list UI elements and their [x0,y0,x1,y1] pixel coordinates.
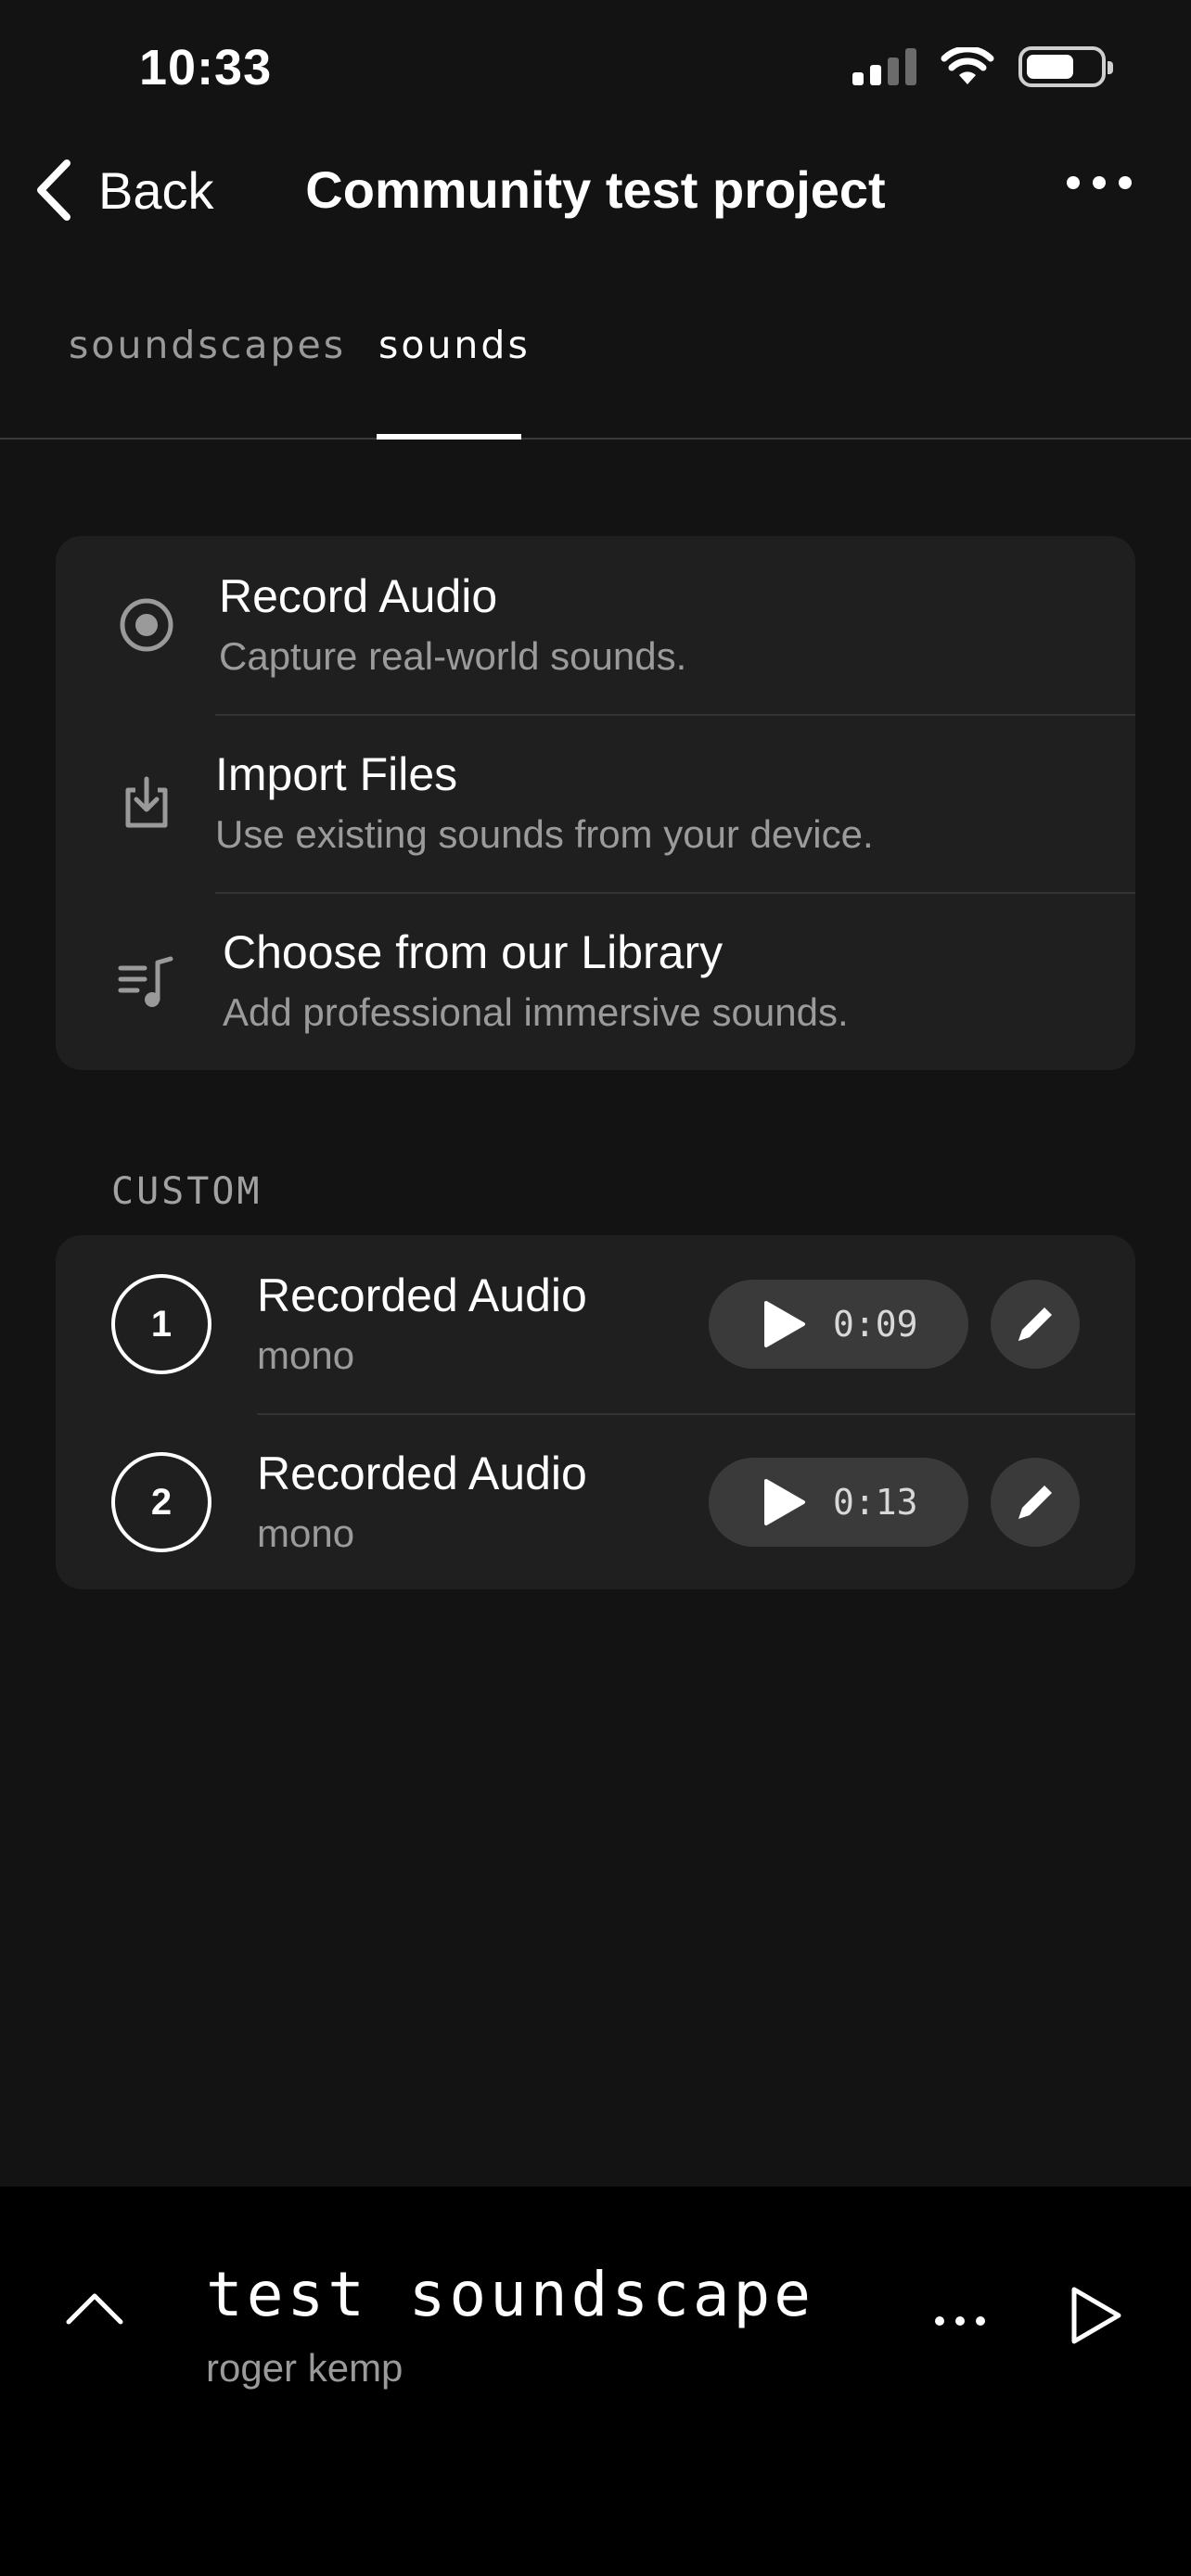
more-dot [1067,176,1080,189]
play-sound-button[interactable]: 0:09 [709,1280,968,1369]
sound-row[interactable]: 1 Recorded Audio mono 0:09 [56,1235,1135,1413]
sound-row[interactable]: 2 Recorded Audio mono 0:13 [56,1413,1135,1591]
chevron-up-icon [66,2293,123,2325]
more-dot [935,2316,944,2326]
player-more-button[interactable] [935,2316,985,2326]
play-icon [764,1479,805,1525]
expand-player-button[interactable] [65,2289,124,2330]
action-subtitle: Capture real-world sounds. [219,634,687,678]
cellular-signal-icon [852,48,916,85]
tab-soundscapes[interactable]: soundscapes [69,323,346,367]
record-audio-row[interactable]: Record Audio Capture real-world sounds. [56,536,1135,714]
sound-title: Recorded Audio [257,1447,587,1499]
more-dot [955,2316,965,2326]
battery-icon [1018,46,1113,87]
more-options-button[interactable] [1067,176,1132,189]
record-icon [120,598,173,652]
play-icon [764,1301,805,1347]
more-dot [1119,176,1132,189]
action-title: Import Files [215,748,458,800]
status-bar: 10:33 [0,0,1191,139]
custom-sounds-card: 1 Recorded Audio mono 0:09 2 Recorded Au… [56,1235,1135,1589]
sound-channel: mono [257,1333,355,1377]
sound-duration: 0:09 [833,1304,918,1345]
more-dot [1093,176,1106,189]
action-title: Record Audio [219,570,498,622]
action-subtitle: Use existing sounds from your device. [215,812,874,856]
more-dot [976,2316,985,2326]
sound-number-badge: 1 [111,1274,211,1374]
active-tab-indicator [377,434,521,440]
music-library-icon [118,956,173,1007]
import-icon [125,776,168,828]
action-title: Choose from our Library [223,926,724,978]
edit-sound-button[interactable] [991,1458,1080,1547]
add-sound-card: Record Audio Capture real-world sounds. … [56,536,1135,1070]
play-outline-icon [1071,2287,1121,2344]
page-title: Community test project [305,160,886,219]
import-files-row[interactable]: Import Files Use existing sounds from yo… [56,714,1135,892]
pencil-icon [1018,1307,1052,1341]
edit-sound-button[interactable] [991,1280,1080,1369]
wifi-icon [941,47,994,84]
pencil-icon [1018,1486,1052,1519]
sound-duration: 0:13 [833,1482,918,1523]
sound-channel: mono [257,1511,355,1555]
sound-title: Recorded Audio [257,1269,587,1321]
sound-number-badge: 2 [111,1452,211,1552]
action-subtitle: Add professional immersive sounds. [223,990,849,1034]
tab-bar: soundscapes sounds [0,278,1191,440]
player-play-button[interactable] [1069,2285,1124,2351]
choose-library-row[interactable]: Choose from our Library Add professional… [56,892,1135,1070]
section-label-custom: CUSTOM [111,1170,263,1213]
mini-player[interactable]: test soundscape roger kemp [0,2187,1191,2576]
status-icons [852,46,1113,87]
tab-sounds[interactable]: sounds [378,323,531,367]
nav-bar: Back Community test project [0,139,1191,241]
status-time: 10:33 [139,40,273,96]
play-sound-button[interactable]: 0:13 [709,1458,968,1547]
player-artist: roger kemp [206,2346,403,2390]
player-title: test soundscape [206,2259,815,2330]
